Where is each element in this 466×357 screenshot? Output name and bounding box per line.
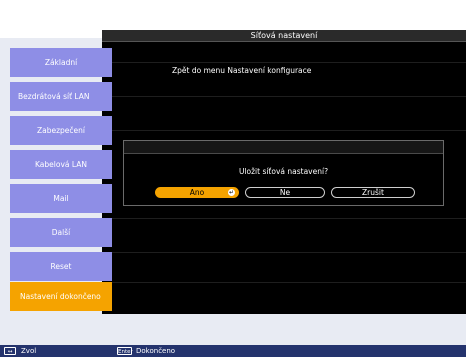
- no-button[interactable]: Ne: [245, 187, 325, 198]
- back-to-config-menu-link[interactable]: Zpět do menu Nastavení konfigurace: [172, 66, 311, 75]
- sidebar-item-label: Kabelová LAN: [35, 160, 87, 169]
- no-button-label: Ne: [279, 188, 291, 197]
- yes-button[interactable]: Ano ↵: [155, 187, 239, 198]
- sidebar-item-label: Reset: [50, 262, 72, 271]
- dialog-header: [124, 141, 443, 154]
- sidebar-item-zakladni[interactable]: Základní: [10, 48, 112, 77]
- menu-divider: [112, 96, 466, 97]
- left-right-arrows-icon: ↔: [4, 347, 16, 355]
- sidebar-item-label: Další: [51, 228, 71, 237]
- sidebar-item-label: Bezdrátová síť LAN: [18, 92, 90, 101]
- footer-bar: ↔ Zvol Enter Dokončeno: [0, 345, 466, 357]
- sidebar-item-label: Základní: [44, 58, 78, 67]
- save-confirm-dialog: Uložit síťová nastavení? Ano ↵ Ne Zrušit: [123, 140, 444, 206]
- menu-divider: [112, 62, 466, 63]
- sidebar-item-label: Nastavení dokončeno: [20, 292, 101, 301]
- sidebar-item-nastaveni-dokonceno[interactable]: Nastavení dokončeno: [10, 282, 112, 311]
- sidebar-item-reset[interactable]: Reset: [10, 252, 112, 281]
- cancel-button-label: Zrušit: [362, 188, 384, 197]
- sidebar-item-kabelova-lan[interactable]: Kabelová LAN: [10, 150, 112, 179]
- sidebar-item-dalsi[interactable]: Další: [10, 218, 112, 247]
- sidebar-item-mail[interactable]: Mail: [10, 184, 112, 213]
- sidebar-item-zabezpeceni[interactable]: Zabezpečení: [10, 116, 112, 145]
- menu-divider: [112, 218, 466, 219]
- menu-divider: [112, 282, 466, 283]
- footer-select-label: Zvol: [21, 347, 37, 355]
- enter-icon: ↵: [228, 189, 235, 196]
- sidebar-item-bezdratova-lan[interactable]: Bezdrátová síť LAN: [10, 82, 112, 111]
- menu-divider: [112, 130, 466, 131]
- sidebar-item-label: Mail: [53, 194, 69, 203]
- yes-button-label: Ano: [189, 188, 205, 197]
- dialog-question: Uložit síťová nastavení?: [238, 167, 329, 176]
- footer-done-label: Dokončeno: [136, 347, 176, 355]
- enter-key-icon: Enter: [117, 347, 133, 355]
- menu-divider: [112, 252, 466, 253]
- sidebar-item-label: Zabezpečení: [37, 126, 85, 135]
- cancel-button[interactable]: Zrušit: [331, 187, 415, 198]
- window-title: Síťová nastavení: [102, 30, 466, 42]
- sidebar: Základní Bezdrátová síť LAN Zabezpečení …: [10, 48, 112, 314]
